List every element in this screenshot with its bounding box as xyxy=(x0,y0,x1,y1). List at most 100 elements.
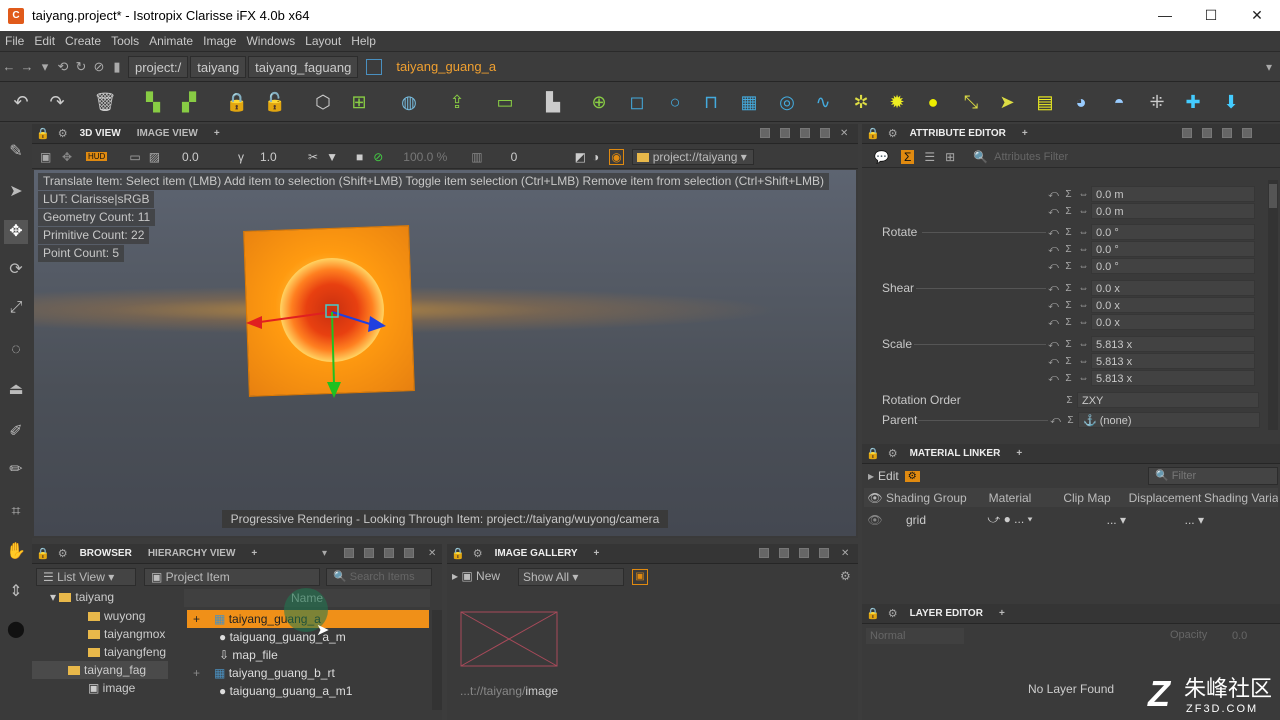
link-icon[interactable]: ⇔ xyxy=(1076,373,1091,384)
sync-icon[interactable]: ⟲ xyxy=(54,59,72,75)
unlock-icon[interactable]: 🔓 xyxy=(262,89,288,115)
paint-tool-icon[interactable]: ✐ xyxy=(4,420,28,444)
gamma-field[interactable]: 1.0 xyxy=(260,150,286,164)
close-panel-icon[interactable]: ✕ xyxy=(840,128,848,139)
tree-item-taiyangmox[interactable]: taiyangmox xyxy=(88,625,168,643)
panel-lock-icon[interactable]: 🔒 xyxy=(866,607,880,620)
col-shading-variable[interactable]: Shading Variable xyxy=(1204,491,1278,505)
ungroup-icon[interactable]: ▞ xyxy=(176,89,202,115)
split-icon[interactable] xyxy=(344,548,354,558)
sigma-icon[interactable]: Σ xyxy=(1063,415,1078,426)
sun-light-icon[interactable]: ✹ xyxy=(884,89,910,115)
panel-settings-icon[interactable]: ⚙ xyxy=(888,607,898,620)
scatterer-icon[interactable]: ✚ xyxy=(1180,89,1206,115)
col-shading-group[interactable]: Shading Group xyxy=(886,491,972,505)
sigma-icon[interactable]: Σ xyxy=(900,149,915,164)
display-icon[interactable]: ▭ xyxy=(129,150,140,164)
translate-z-field[interactable]: 0.0 m xyxy=(1091,203,1255,219)
panel-settings-icon[interactable]: ⚙ xyxy=(888,127,898,140)
filter-icon[interactable]: ▼ xyxy=(326,150,338,164)
forward-arrow-icon[interactable]: → xyxy=(18,59,36,74)
sigma-icon[interactable]: Σ xyxy=(1061,317,1076,328)
add-tab-icon[interactable]: + xyxy=(1008,444,1030,464)
browser-scrollbar[interactable] xyxy=(432,610,442,710)
import-icon[interactable]: ⇪ xyxy=(444,89,470,115)
hud-toggle[interactable]: HUD xyxy=(86,152,108,161)
link-icon[interactable]: ⇔ xyxy=(1076,244,1091,255)
gallery-settings-icon[interactable]: ⚙ xyxy=(840,569,851,583)
split-icon[interactable] xyxy=(759,548,769,558)
split-icon[interactable] xyxy=(1182,128,1192,138)
path-dropdown-icon[interactable]: ▾ xyxy=(1266,60,1272,74)
transform-icon[interactable]: ✥ xyxy=(62,150,84,164)
layout-icon[interactable] xyxy=(780,128,790,138)
minimize-button[interactable]: — xyxy=(1142,0,1188,31)
rotate-y-field[interactable]: 0.0 ° xyxy=(1091,241,1255,257)
columns-icon[interactable] xyxy=(384,548,394,558)
sigma-icon[interactable]: Σ xyxy=(1061,300,1076,311)
curve-icon[interactable]: ⤺ xyxy=(1046,373,1061,384)
tree-item-taiyang[interactable]: ▾ taiyang xyxy=(50,588,114,606)
list-item[interactable]: ● taiguang_guang_a_m1 xyxy=(187,682,429,700)
menu-create[interactable]: Create xyxy=(60,34,106,48)
menu-animate[interactable]: Animate xyxy=(144,34,198,48)
curve-icon[interactable]: ⤺ xyxy=(1048,415,1063,426)
panel-lock-icon[interactable]: 🔒 xyxy=(36,127,50,140)
material-row-grid[interactable]: 👁 grid ⤻ ● ... ▾ ... ▾ ... ▾ xyxy=(864,510,1278,529)
panel-lock-icon[interactable]: 🔒 xyxy=(36,547,50,560)
layout-icon[interactable] xyxy=(364,548,374,558)
scale-y-field[interactable]: 5.813 x xyxy=(1091,353,1255,369)
shading-icon[interactable]: ◑ xyxy=(592,150,599,164)
list-icon[interactable]: ☰ xyxy=(924,150,935,164)
directional-light-icon[interactable]: ➤ xyxy=(994,89,1020,115)
link-icon[interactable]: ⇔ xyxy=(1076,356,1091,367)
breadcrumb-root[interactable]: project:/ xyxy=(128,55,189,78)
tree-item-wuyong[interactable]: wuyong xyxy=(88,607,145,625)
render-toggle-icon[interactable]: ⊘ xyxy=(373,150,383,164)
tab-attribute-editor[interactable]: ATTRIBUTE EDITOR xyxy=(902,124,1014,144)
exposure-field[interactable]: 0.0 xyxy=(182,150,208,164)
curve-icon[interactable]: ⤺ xyxy=(1046,339,1061,350)
curve-icon[interactable]: ⤺ xyxy=(1046,356,1061,367)
columns-icon[interactable] xyxy=(1222,128,1232,138)
sigma-icon[interactable]: Σ xyxy=(1061,227,1076,238)
eye-icon[interactable]: ◉ xyxy=(609,148,624,165)
tab-hierarchy-view[interactable]: HIERARCHY VIEW xyxy=(140,544,244,564)
menu-edit[interactable]: Edit xyxy=(29,34,60,48)
columns-icon[interactable] xyxy=(799,548,809,558)
stamp-tool-icon[interactable]: ⏏ xyxy=(4,378,28,402)
add-tab-icon[interactable]: + xyxy=(243,544,265,564)
material-filter-input[interactable]: 🔍 Filter xyxy=(1148,467,1278,485)
add-tab-icon[interactable]: + xyxy=(991,604,1013,624)
curve-icon[interactable]: ⤺ xyxy=(1046,244,1061,255)
point-light-icon[interactable]: ✲ xyxy=(848,89,874,115)
menu-windows[interactable]: Windows xyxy=(241,34,300,48)
curve-icon[interactable]: ⤺ xyxy=(1046,317,1061,328)
layout-icon[interactable] xyxy=(779,548,789,558)
refresh-icon[interactable]: ↻ xyxy=(72,59,90,75)
frame-field[interactable]: 0 xyxy=(511,150,571,164)
panel-lock-icon[interactable]: 🔒 xyxy=(866,127,880,140)
search-scene-icon[interactable]: ⊕ xyxy=(586,89,612,115)
tools-icon[interactable]: ✂ xyxy=(308,150,318,164)
maximize-button[interactable]: ☐ xyxy=(1188,0,1234,31)
clip-map-slot[interactable]: ... ▾ xyxy=(1048,513,1126,527)
measure-tool-icon[interactable]: ⇕ xyxy=(4,580,28,604)
col-displacement[interactable]: Displacement xyxy=(1126,491,1204,505)
attribute-scrollbar[interactable] xyxy=(1268,180,1278,430)
sigma-icon[interactable]: Σ xyxy=(1062,395,1077,406)
sphere-light-icon[interactable]: ● xyxy=(920,89,946,115)
pivot-tool-icon[interactable]: ◌ xyxy=(4,338,28,362)
link-icon[interactable]: ⇔ xyxy=(1076,300,1091,311)
curve-icon[interactable]: ⤺ xyxy=(1046,206,1061,217)
zoom-field[interactable]: 100.0 % xyxy=(403,150,453,164)
translate-gizmo[interactable] xyxy=(240,300,400,400)
link-icon[interactable]: ⇔ xyxy=(1076,283,1091,294)
new-image-button[interactable]: ▸ ▣ New xyxy=(452,569,500,583)
link-icon[interactable]: ⇔ xyxy=(1076,339,1091,350)
layout-icon[interactable] xyxy=(1202,128,1212,138)
curve-icon[interactable]: ⤺ xyxy=(1046,300,1061,311)
sigma-icon[interactable]: Σ xyxy=(1061,283,1076,294)
link-icon[interactable]: ⇔ xyxy=(1076,189,1091,200)
breadcrumb-taiyang-faguang[interactable]: taiyang_faguang xyxy=(248,55,359,78)
